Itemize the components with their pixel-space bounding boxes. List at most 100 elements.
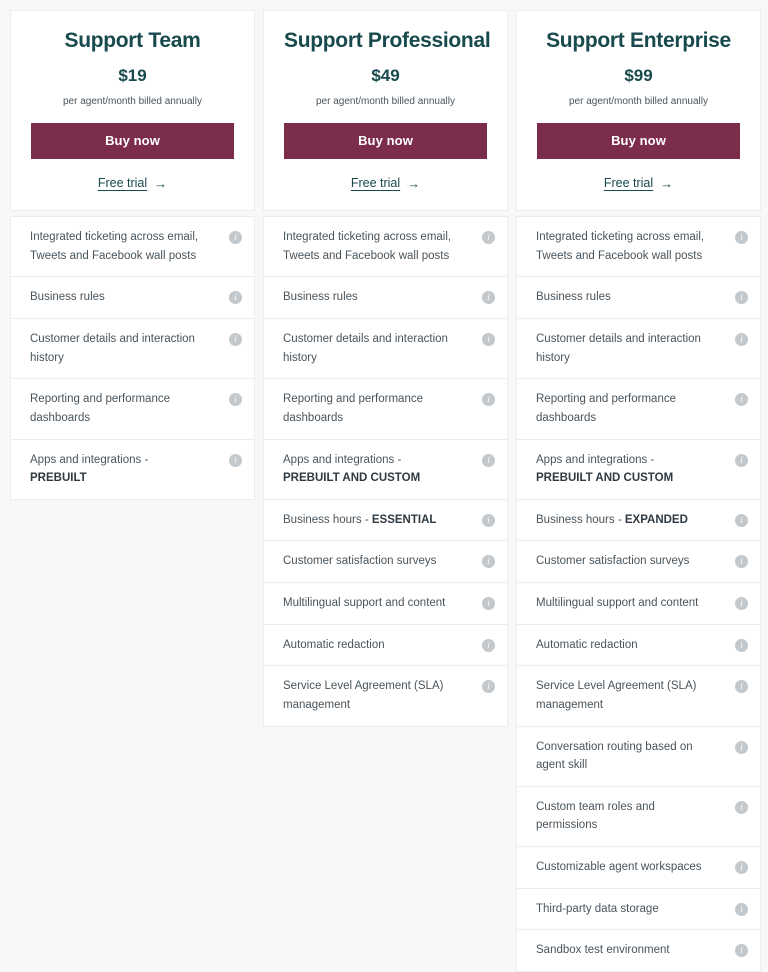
buy-now-button[interactable]: Buy now [284, 123, 487, 160]
feature-label: Reporting and performance dashboards [536, 393, 676, 424]
info-icon[interactable]: i [229, 453, 242, 467]
feature-row[interactable]: Business rules i [517, 277, 760, 320]
info-icon[interactable]: i [482, 453, 495, 467]
feature-row[interactable]: Multilingual support and content i [264, 583, 507, 625]
buy-now-button[interactable]: Buy now [31, 123, 234, 160]
info-icon[interactable]: i [482, 333, 495, 347]
info-icon[interactable]: i [482, 513, 495, 527]
info-icon[interactable]: i [482, 231, 495, 245]
info-icon[interactable]: i [735, 291, 748, 305]
plan-billing-note: per agent/month billed annually [569, 96, 708, 108]
info-icon[interactable]: i [229, 231, 242, 245]
plan-price: $49 [371, 66, 400, 86]
feature-row[interactable]: Reporting and performance dashboards i [11, 379, 254, 440]
plan-price: $19 [118, 66, 147, 86]
feature-label: Service Level Agreement (SLA) management [536, 680, 697, 711]
feature-label: Reporting and performance dashboards [30, 393, 170, 424]
plan-column-support-professional: Support Professional $49 per agent/month b… [263, 10, 508, 727]
info-icon[interactable]: i [735, 333, 748, 347]
info-icon[interactable]: i [482, 638, 495, 652]
feature-row[interactable]: Customer details and interaction history… [517, 319, 760, 380]
feature-row[interactable]: Customer details and interaction history… [264, 319, 507, 380]
feature-row[interactable]: Business rules i [264, 277, 507, 320]
info-icon[interactable]: i [482, 393, 495, 407]
feature-row[interactable]: Custom team roles and permissions i [517, 787, 760, 848]
plan-feature-list: Integrated ticketing across email, Tweet… [263, 216, 508, 727]
feature-label: Automatic redaction [283, 638, 385, 651]
info-icon[interactable]: i [735, 902, 748, 916]
info-icon[interactable]: i [735, 555, 748, 569]
feature-label: Business hours - EXPANDED [536, 513, 688, 526]
feature-row[interactable]: Multilingual support and content i [517, 583, 760, 625]
plan-header-card: Support Professional $49 per agent/month b… [263, 10, 508, 212]
info-icon[interactable]: i [229, 291, 242, 305]
feature-row[interactable]: Integrated ticketing across email, Tweet… [264, 217, 507, 278]
feature-row[interactable]: Integrated ticketing across email, Tweet… [11, 217, 254, 278]
feature-row[interactable]: Business hours - ESSENTIAL i [264, 500, 507, 542]
free-trial-label: Free trial [603, 176, 654, 191]
feature-label: Multilingual support and content [536, 597, 699, 610]
feature-row[interactable]: Apps and integrations - PREBUILT i [11, 440, 254, 499]
info-icon[interactable]: i [735, 453, 748, 467]
feature-label: Integrated ticketing across email, Tweet… [30, 231, 199, 262]
free-trial-link[interactable]: Free trial → [98, 176, 167, 190]
info-icon[interactable]: i [735, 231, 748, 245]
info-icon[interactable]: i [482, 680, 495, 694]
feature-label: Business rules [30, 291, 105, 304]
feature-label: Business hours - ESSENTIAL [283, 513, 437, 526]
feature-row[interactable]: Third-party data storage i [517, 889, 760, 931]
free-trial-link[interactable]: Free trial → [351, 176, 420, 190]
feature-label: Customer satisfaction surveys [283, 555, 437, 568]
feature-label: Reporting and performance dashboards [283, 393, 423, 424]
feature-row[interactable]: Service Level Agreement (SLA) management… [517, 666, 760, 727]
plan-header-card: Support Team $19 per agent/month billed an… [10, 10, 255, 212]
feature-row[interactable]: Customer details and interaction history… [11, 319, 254, 380]
feature-row[interactable]: Business rules i [11, 277, 254, 320]
info-icon[interactable]: i [482, 597, 495, 611]
feature-label: Automatic redaction [536, 638, 638, 651]
feature-row[interactable]: Apps and integrations - PREBUILT AND CUS… [264, 440, 507, 500]
info-icon[interactable]: i [735, 638, 748, 652]
info-icon[interactable]: i [735, 393, 748, 407]
plan-feature-list: Integrated ticketing across email, Tweet… [516, 216, 761, 972]
info-icon[interactable]: i [482, 291, 495, 305]
feature-row[interactable]: Business hours - EXPANDED i [517, 500, 760, 542]
feature-label: Sandbox test environment [536, 944, 670, 957]
buy-now-button[interactable]: Buy now [537, 123, 740, 160]
plan-name: Support Enterprise [546, 29, 731, 52]
info-icon[interactable]: i [735, 513, 748, 527]
feature-label: Apps and integrations - PREBUILT AND CUS… [536, 453, 674, 485]
info-icon[interactable]: i [735, 597, 748, 611]
arrow-right-icon: → [154, 175, 168, 191]
feature-row[interactable]: Conversation routing based on agent skil… [517, 727, 760, 787]
feature-emphasis: PREBUILT AND CUSTOM [536, 472, 674, 485]
feature-row[interactable]: Customer satisfaction surveys i [517, 541, 760, 584]
free-trial-link[interactable]: Free trial → [604, 176, 673, 190]
feature-label: Customer satisfaction surveys [536, 555, 690, 568]
info-icon[interactable]: i [735, 740, 748, 754]
plan-name: Support Professional [284, 29, 491, 52]
feature-row[interactable]: Reporting and performance dashboards i [517, 379, 760, 440]
feature-row[interactable]: Apps and integrations - PREBUILT AND CUS… [517, 440, 760, 500]
feature-row[interactable]: Automatic redaction i [264, 625, 507, 667]
feature-row[interactable]: Reporting and performance dashboards i [264, 379, 507, 440]
info-icon[interactable]: i [735, 861, 748, 875]
feature-row[interactable]: Customer satisfaction surveys i [264, 541, 507, 584]
feature-label: Multilingual support and content [283, 597, 446, 610]
info-icon[interactable]: i [229, 393, 242, 407]
feature-row[interactable]: Sandbox test environment i [517, 930, 760, 971]
plan-header-card: Support Enterprise $99 per agent/month bil… [516, 10, 761, 212]
feature-row[interactable]: Service Level Agreement (SLA) management… [264, 666, 507, 725]
feature-emphasis: PREBUILT [30, 472, 87, 485]
info-icon[interactable]: i [482, 555, 495, 569]
feature-emphasis: ESSENTIAL [371, 513, 437, 526]
feature-row[interactable]: Customizable agent workspaces i [517, 847, 760, 889]
info-icon[interactable]: i [735, 680, 748, 694]
feature-row[interactable]: Integrated ticketing across email, Tweet… [517, 217, 760, 278]
plan-name: Support Team [64, 29, 201, 52]
feature-emphasis: EXPANDED [624, 513, 688, 526]
info-icon[interactable]: i [229, 333, 242, 347]
feature-row[interactable]: Automatic redaction i [517, 625, 760, 667]
info-icon[interactable]: i [735, 944, 748, 958]
info-icon[interactable]: i [735, 800, 748, 814]
